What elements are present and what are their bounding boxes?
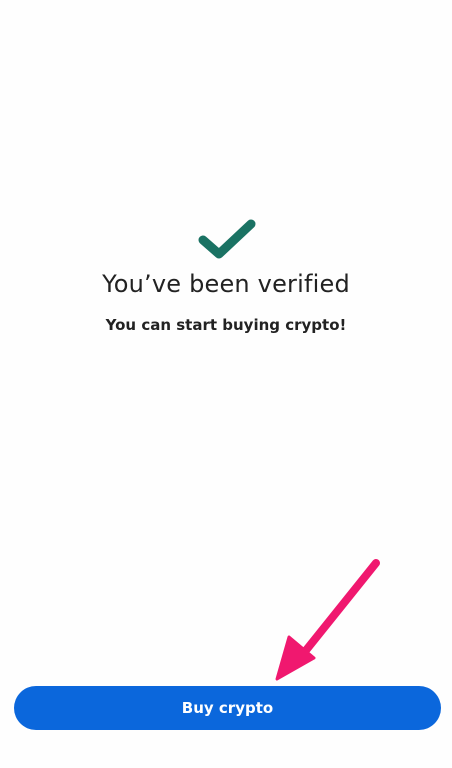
checkmark-icon <box>198 219 256 259</box>
buy-crypto-button[interactable]: Buy crypto <box>14 686 441 730</box>
page-title: You’ve been verified <box>102 270 350 298</box>
arrow-icon <box>275 559 380 681</box>
verification-message: You can start buying crypto! <box>105 316 347 334</box>
verification-success-screen: You’ve been verified You can start buyin… <box>0 0 452 768</box>
